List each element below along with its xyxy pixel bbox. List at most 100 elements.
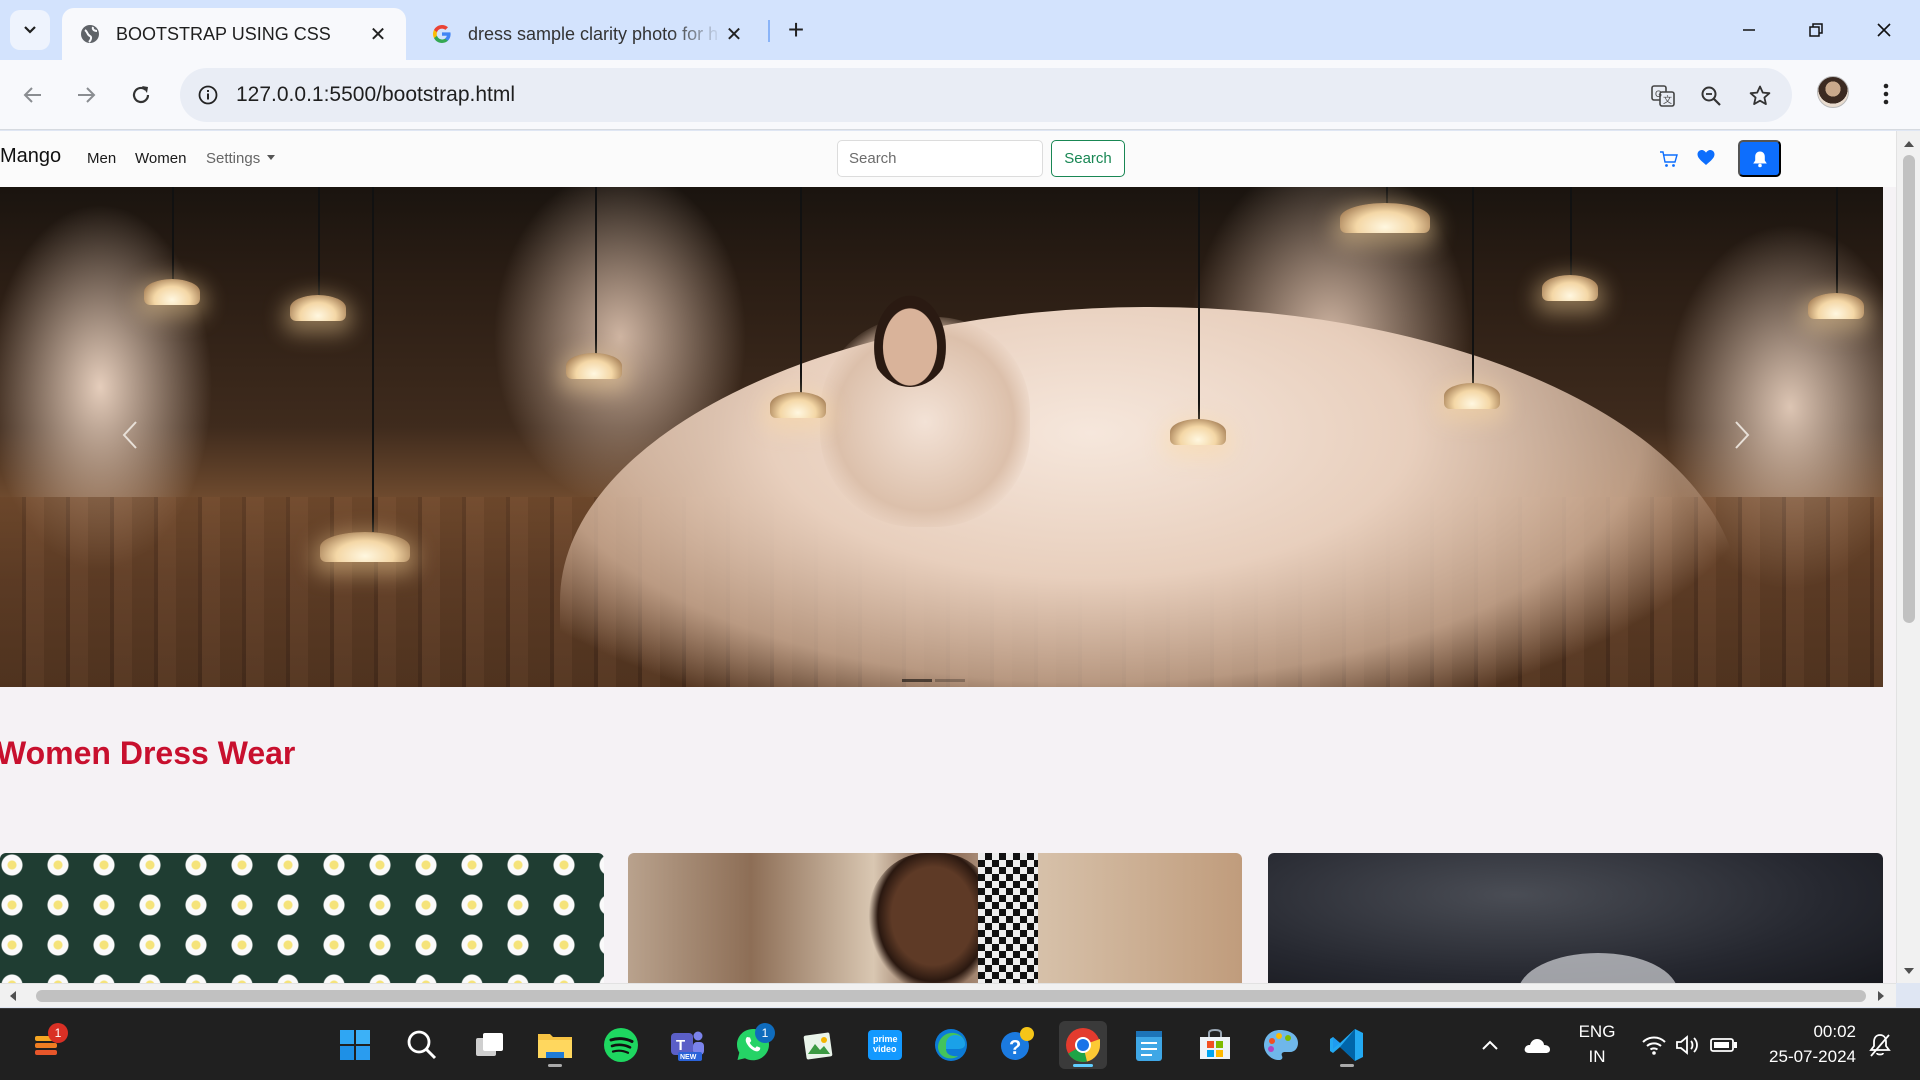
url-text[interactable]: 127.0.0.1:5500/bootstrap.html xyxy=(236,68,515,122)
nav-link-women[interactable]: Women xyxy=(135,150,186,167)
reload-icon xyxy=(132,86,150,104)
prime-video-icon: primevideo xyxy=(868,1030,902,1060)
taskbar-vscode[interactable] xyxy=(1323,1021,1371,1069)
task-view-icon xyxy=(476,1033,503,1056)
restore-button[interactable] xyxy=(1796,12,1836,48)
arrow-left-icon xyxy=(23,87,41,103)
reload-button[interactable] xyxy=(121,75,161,115)
site-navbar: Mango Men Women Settings Search xyxy=(0,131,1896,187)
horizontal-scrollbar[interactable] xyxy=(0,983,1896,1007)
language-indicator-line1[interactable]: ENG xyxy=(1576,1022,1618,1042)
taskbar-get-help[interactable]: ? xyxy=(993,1021,1041,1069)
onedrive-icon[interactable] xyxy=(1523,1031,1551,1059)
lamp-wire xyxy=(800,187,802,397)
address-bar[interactable]: 127.0.0.1:5500/bootstrap.html G文 xyxy=(180,68,1792,122)
scroll-left-icon[interactable] xyxy=(10,991,16,1001)
taskbar-chrome[interactable] xyxy=(1059,1021,1107,1069)
vertical-scrollbar[interactable] xyxy=(1896,131,1920,983)
language-indicator-line2[interactable]: IN xyxy=(1576,1047,1618,1067)
back-button[interactable] xyxy=(13,75,53,115)
lamp-bulb xyxy=(770,392,826,418)
product-card-image-2[interactable] xyxy=(628,853,1242,983)
brand-logo[interactable]: Mango xyxy=(0,145,61,168)
translate-icon[interactable]: G文 xyxy=(1648,81,1678,111)
svg-text:prime: prime xyxy=(873,1034,898,1044)
carousel-prev-button[interactable] xyxy=(110,415,150,455)
clock-date[interactable]: 25-07-2024 xyxy=(1752,1047,1856,1067)
carousel-next-button[interactable] xyxy=(1722,415,1762,455)
teams-icon: TNEW xyxy=(671,1031,704,1061)
lamp-bulb xyxy=(1340,203,1430,233)
lamp-wire xyxy=(1836,187,1838,297)
lamp-bulb xyxy=(1170,419,1226,445)
taskbar-photos[interactable] xyxy=(795,1021,843,1069)
browser-menu-button[interactable] xyxy=(1870,76,1902,112)
zoom-icon[interactable] xyxy=(1696,81,1726,111)
taskbar-edge[interactable] xyxy=(927,1021,975,1069)
widgets-button[interactable]: 1 xyxy=(22,1021,70,1069)
tab-bootstrap[interactable]: BOOTSTRAP USING CSS ✕ xyxy=(62,8,406,60)
arrow-right-icon xyxy=(78,87,96,103)
close-tab-icon[interactable]: ✕ xyxy=(722,22,746,46)
lamp-bulb xyxy=(320,532,410,562)
running-indicator xyxy=(548,1064,562,1067)
taskbar-start[interactable] xyxy=(331,1021,379,1069)
product-card-image-3[interactable] xyxy=(1268,853,1883,983)
tab-search-button[interactable] xyxy=(10,10,50,50)
tab-separator xyxy=(768,20,770,42)
new-tab-button[interactable]: + xyxy=(780,14,812,46)
close-window-button[interactable] xyxy=(1864,12,1904,48)
bookmark-star-icon[interactable] xyxy=(1745,81,1775,111)
taskbar-teams[interactable]: T NEW xyxy=(663,1021,711,1069)
lamp-wire xyxy=(372,187,374,532)
profile-avatar[interactable] xyxy=(1817,76,1849,108)
section-title: Women Dress Wear xyxy=(0,735,296,771)
scrollbar-thumb[interactable] xyxy=(36,990,1866,1002)
more-vertical-icon xyxy=(1883,83,1889,105)
heart-icon[interactable] xyxy=(1696,148,1716,168)
taskbar-whatsapp[interactable]: 1 xyxy=(729,1021,777,1069)
taskbar-microsoft-store[interactable] xyxy=(1191,1021,1239,1069)
scroll-down-icon[interactable] xyxy=(1904,968,1914,974)
nav-dropdown-settings[interactable]: Settings xyxy=(206,150,276,167)
tab-dress-sample[interactable]: dress sample clarity photo for h ✕ xyxy=(418,8,758,60)
taskbar-spotify[interactable] xyxy=(597,1021,645,1069)
minimize-icon xyxy=(1743,29,1755,31)
browser-toolbar: 127.0.0.1:5500/bootstrap.html G文 xyxy=(0,60,1920,130)
notification-center-icon[interactable] xyxy=(1866,1031,1894,1059)
page-viewport: Mango Men Women Settings Search Search W… xyxy=(0,131,1896,983)
scroll-up-icon[interactable] xyxy=(1904,141,1914,147)
carousel-image-model xyxy=(868,287,952,387)
carousel-image-dress xyxy=(560,307,1740,687)
scroll-right-icon[interactable] xyxy=(1878,991,1884,1001)
carousel-indicator-2[interactable] xyxy=(935,679,965,682)
clock-time[interactable]: 00:02 xyxy=(1760,1022,1856,1042)
lamp-wire xyxy=(172,187,174,282)
show-hidden-icons[interactable] xyxy=(1476,1031,1504,1059)
site-info-icon[interactable] xyxy=(194,81,222,109)
cart-icon[interactable] xyxy=(1659,149,1679,169)
chevron-left-icon xyxy=(122,421,137,449)
globe-icon xyxy=(78,22,102,46)
nav-link-men[interactable]: Men xyxy=(87,150,116,167)
taskbar-prime-video[interactable]: prime video xyxy=(861,1021,909,1069)
search-icon xyxy=(407,1030,437,1060)
taskbar-search[interactable] xyxy=(398,1021,446,1069)
forward-button[interactable] xyxy=(66,75,106,115)
search-button[interactable]: Search xyxy=(1051,140,1125,177)
volume-icon[interactable] xyxy=(1674,1031,1702,1059)
close-tab-icon[interactable]: ✕ xyxy=(366,22,390,46)
product-card-image-1[interactable] xyxy=(0,853,604,983)
taskbar-paint[interactable] xyxy=(1257,1021,1305,1069)
wifi-icon[interactable] xyxy=(1640,1031,1668,1059)
carousel-indicator-1[interactable] xyxy=(902,679,932,682)
minimize-button[interactable] xyxy=(1729,12,1769,48)
taskbar-notepad[interactable] xyxy=(1125,1021,1173,1069)
taskbar-task-view[interactable] xyxy=(465,1021,513,1069)
search-input[interactable] xyxy=(837,140,1043,177)
whatsapp-badge: 1 xyxy=(755,1023,775,1043)
battery-icon[interactable] xyxy=(1710,1031,1738,1059)
notifications-button[interactable] xyxy=(1738,140,1781,177)
scrollbar-thumb[interactable] xyxy=(1903,155,1915,623)
taskbar-file-explorer[interactable] xyxy=(531,1021,579,1069)
